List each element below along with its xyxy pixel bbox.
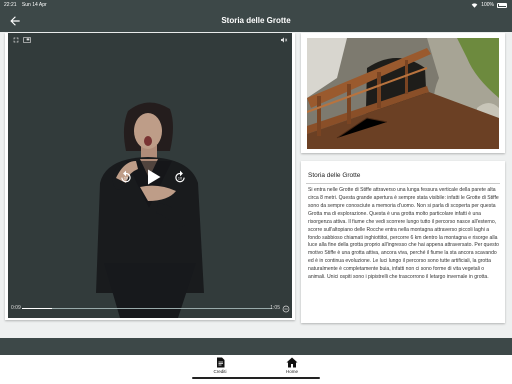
status-bar: 22:21 Sun 14 Apr 100% [0, 0, 512, 10]
progress-bar[interactable] [22, 307, 272, 309]
duration: 1:05 [270, 305, 280, 311]
rewind-seconds: 10 [124, 176, 128, 180]
cave-entrance-photo [307, 38, 499, 149]
article-title: Storia delle Grotte [308, 172, 361, 179]
home-indicator [192, 377, 320, 379]
fullscreen-icon[interactable] [12, 36, 20, 44]
page-title: Storia delle Grotte [221, 16, 291, 25]
current-time: 0:09 [11, 305, 21, 311]
progress-fill [22, 307, 52, 309]
play-icon[interactable] [143, 167, 163, 187]
battery-icon [497, 2, 507, 8]
video-card: 10 10 0:09 1:05 [5, 33, 295, 320]
article-card: Storia delle Grotte Si entra nelle Grott… [301, 161, 505, 323]
nav-item-home[interactable]: Home [272, 357, 312, 374]
home-icon [286, 357, 298, 368]
more-icon[interactable] [282, 305, 290, 313]
nav-item-crediti[interactable]: Crediti [200, 357, 240, 374]
video-player[interactable]: 10 10 0:09 1:05 [8, 33, 292, 318]
app-bar: Storia delle Grotte [0, 10, 512, 32]
forward-10-icon[interactable]: 10 [173, 170, 187, 184]
footer-strip [0, 338, 512, 355]
volume-icon[interactable] [280, 36, 288, 44]
nav-label-home: Home [285, 369, 298, 374]
image-card [301, 33, 505, 153]
bottom-nav: Crediti Home [0, 355, 512, 384]
document-icon [216, 357, 224, 368]
battery-percentage: 100% [481, 2, 494, 8]
wifi-icon [471, 2, 478, 8]
replay-10-icon[interactable]: 10 [119, 170, 133, 184]
article-body: Si entra nelle Grotte di Stiffe attraver… [308, 187, 499, 281]
divider [306, 183, 500, 184]
status-time: 22:21 [4, 2, 17, 8]
nav-label-crediti: Crediti [213, 369, 227, 374]
status-date: Sun 14 Apr [21, 2, 47, 8]
picture-in-picture-icon[interactable] [23, 36, 31, 44]
forward-seconds: 10 [178, 176, 182, 180]
